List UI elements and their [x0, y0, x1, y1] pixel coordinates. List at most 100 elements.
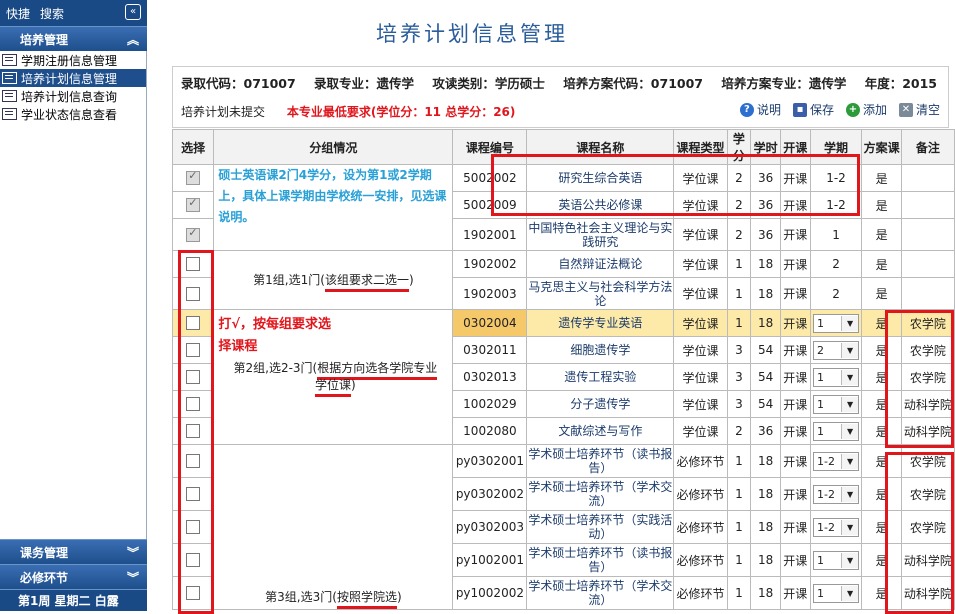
main-panel: 培养计划信息管理 录取代码：071007 录取专业：遗传学 攻读类别：学历硕士 …: [147, 0, 955, 614]
course-code: 1902002: [452, 250, 528, 278]
course-credit: 1: [726, 510, 752, 544]
term-select[interactable]: 2 ▼: [813, 340, 860, 360]
term-select[interactable]: 1 ▼: [813, 583, 860, 603]
course-name-link[interactable]: 细胞遗传学: [570, 343, 630, 357]
save-button[interactable]: ▪ 保存: [792, 101, 834, 118]
collapse-icon[interactable]: «: [125, 4, 141, 20]
course-name-link[interactable]: 学术硕士培养环节（读书报告）: [528, 546, 672, 574]
course-hours: 18: [750, 250, 781, 278]
course-name-link[interactable]: 中国特色社会主义理论与实践研究: [528, 221, 672, 249]
term-cell: 1 ▼: [809, 417, 863, 445]
search-link[interactable]: 搜索: [40, 5, 64, 22]
save-label: 保存: [809, 103, 834, 117]
course-name-link[interactable]: 自然辩证法概论: [558, 257, 642, 271]
row-checkbox[interactable]: [186, 397, 201, 412]
row-checkbox[interactable]: [186, 586, 201, 601]
row-checkbox[interactable]: [186, 454, 201, 469]
sidebar-section-required[interactable]: 必修环节 ︾: [0, 564, 147, 589]
term-select[interactable]: 1 ▼: [813, 421, 860, 441]
chevron-down-icon: ▼: [841, 552, 859, 568]
scheme-course: 是: [861, 363, 902, 391]
term-select[interactable]: 1-2 ▼: [813, 484, 860, 504]
row-checkbox[interactable]: [186, 553, 201, 568]
sidebar-item[interactable]: 培养计划信息管理: [0, 69, 146, 87]
sidebar-item[interactable]: 学业状态信息查看: [0, 105, 146, 123]
course-name-link[interactable]: 遗传工程实验: [564, 370, 636, 384]
row-checkbox[interactable]: [186, 169, 201, 186]
course-open: 开课: [779, 218, 811, 251]
info-study-type: 攻读类别：学历硕士: [432, 76, 545, 91]
row-checkbox[interactable]: [186, 316, 201, 331]
row-checkbox[interactable]: [186, 370, 201, 385]
scheme-course: 是: [861, 576, 902, 610]
course-name-link[interactable]: 文献综述与写作: [558, 424, 642, 438]
course-name-link[interactable]: 学术硕士培养环节（学术交流）: [528, 480, 672, 508]
row-checkbox[interactable]: [186, 226, 201, 242]
course-name-link[interactable]: 学术硕士培养环节（读书报告）: [528, 447, 672, 475]
info-admission-code: 录取代码：071007: [181, 76, 296, 91]
sidebar-item[interactable]: 学期注册信息管理: [0, 51, 146, 69]
row-checkbox[interactable]: [186, 286, 201, 301]
chevron-down-icon: ︾: [126, 570, 139, 585]
term-select[interactable]: 1 ▼: [813, 367, 860, 387]
remark: 农学院: [900, 309, 955, 337]
course-name-link[interactable]: 分子遗传学: [570, 397, 630, 411]
course-name-link[interactable]: 研究生综合英语: [558, 171, 642, 185]
group-cell: 硕士英语课2门4学分，设为第1或2学期上，具体上课学期由学校统一安排，见选课说明…: [213, 164, 454, 251]
clear-button[interactable]: ✕ 清空: [898, 101, 940, 118]
remark: 动科学院: [900, 417, 955, 445]
course-code: py0302003: [452, 510, 528, 544]
row-checkbox[interactable]: [186, 520, 201, 535]
shortcut-link[interactable]: 快捷: [6, 5, 30, 22]
course-code: 0302013: [452, 363, 528, 391]
select-cell: [171, 510, 215, 544]
course-credit: 1: [726, 477, 752, 511]
row-checkbox[interactable]: [186, 424, 201, 439]
term-select[interactable]: 1 ▼: [813, 550, 860, 570]
course-name-link[interactable]: 学术硕士培养环节（学术交流）: [528, 579, 672, 607]
term-select[interactable]: 1 ▼: [813, 394, 860, 414]
term-value: 1-2: [809, 191, 863, 219]
help-button[interactable]: ? 说明: [739, 101, 781, 118]
course-name-link[interactable]: 学术硕士培养环节（实践活动）: [528, 513, 672, 541]
page-title: 培养计划信息管理: [376, 22, 568, 46]
select-cell: [171, 218, 215, 251]
row-checkbox[interactable]: [186, 487, 201, 502]
remark: 农学院: [900, 477, 955, 511]
scheme-course: 是: [861, 477, 902, 511]
row-checkbox[interactable]: [186, 343, 201, 358]
column-header: 课程编号: [452, 129, 528, 165]
list-icon: [2, 72, 17, 84]
column-header: 开课: [779, 129, 811, 165]
sidebar-section-course[interactable]: 课务管理 ︾: [0, 539, 147, 564]
course-type: 学位课: [673, 417, 728, 445]
select-cell: [171, 543, 215, 577]
chevron-down-icon: ▼: [841, 396, 859, 412]
current-date: 第1周 星期二 白露: [0, 589, 147, 611]
course-hours: 18: [750, 277, 781, 310]
course-name-link[interactable]: 遗传学专业英语: [558, 316, 642, 330]
scheme-course: 是: [861, 390, 902, 418]
course-name-link[interactable]: 马克思主义与社会科学方法论: [528, 280, 672, 308]
chevron-down-icon: ▼: [841, 453, 859, 469]
term-select[interactable]: 1 ▼: [813, 313, 860, 333]
term-select[interactable]: 1-2 ▼: [813, 517, 860, 537]
course-name-link[interactable]: 英语公共必修课: [558, 198, 642, 212]
list-icon: [2, 90, 17, 102]
select-cell: [171, 363, 215, 391]
course-credit: 3: [726, 363, 752, 391]
add-button[interactable]: + 添加: [845, 101, 887, 118]
course-code: 5002009: [452, 191, 528, 219]
term-select[interactable]: 1-2 ▼: [813, 451, 860, 471]
table-row: 硕士英语课2门4学分，设为第1或2学期上，具体上课学期由学校统一安排，见选课说明…: [171, 164, 955, 251]
select-cell: [171, 250, 215, 278]
sidebar-section-training[interactable]: 培养管理 ︽: [0, 26, 147, 51]
row-checkbox[interactable]: [186, 196, 201, 213]
select-cell: [171, 191, 215, 219]
remark: 农学院: [900, 444, 955, 478]
sidebar-item[interactable]: 培养计划信息查询: [0, 87, 146, 105]
remark: 农学院: [900, 336, 955, 364]
term-cell: 1 ▼: [809, 543, 863, 577]
remark: 农学院: [900, 363, 955, 391]
row-checkbox[interactable]: [186, 257, 201, 272]
